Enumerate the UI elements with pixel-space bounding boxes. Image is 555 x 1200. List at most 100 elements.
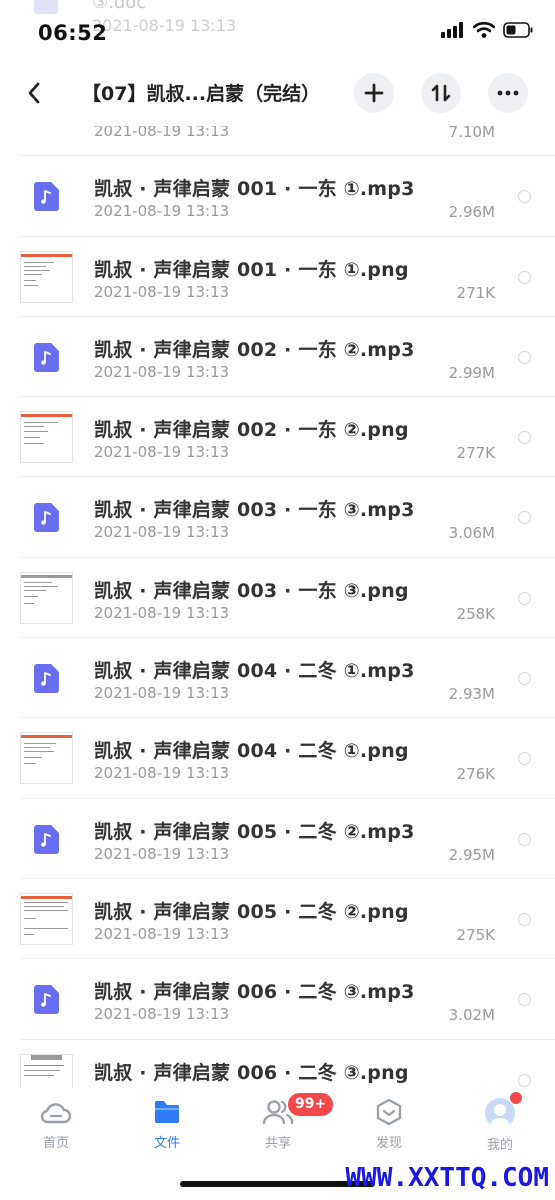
file-list: 2021-08-19 13:13 7.10M 凯叔 · 声律启蒙 001 · 一…	[0, 76, 555, 1120]
header: 【07】凯叔...启蒙（完结）	[0, 60, 555, 126]
chevron-left-icon	[28, 82, 40, 104]
status-icons	[441, 22, 533, 38]
scrolled-file-name: ③.doc	[92, 0, 147, 13]
image-thumbnail	[20, 411, 73, 464]
more-icon	[497, 90, 519, 96]
more-button[interactable]	[488, 73, 528, 113]
audio-file-icon	[34, 824, 59, 854]
audio-file-icon	[34, 503, 59, 533]
file-name: 凯叔 · 声律启蒙 006 · 二冬 ③.png	[94, 1061, 409, 1084]
folder-title: 【07】凯叔...启蒙（完结）	[82, 83, 321, 105]
file-size: 2.96M	[448, 203, 495, 222]
file-size: 2.93M	[448, 685, 495, 704]
discover-icon	[376, 1098, 402, 1126]
audio-file-icon	[34, 664, 59, 694]
file-name: 凯叔 · 声律启蒙 004 · 二冬 ①.mp3	[94, 660, 415, 683]
cloud-home-icon	[40, 1103, 72, 1124]
file-row[interactable]: 凯叔 · 声律启蒙 003 · 一东 ③.png 2021-08-19 13:1…	[0, 558, 555, 639]
select-checkbox[interactable]	[518, 190, 531, 204]
file-date: 2021-08-19 13:13	[94, 684, 230, 703]
folder-icon	[155, 1101, 179, 1123]
cellular-signal-icon	[441, 22, 463, 38]
wifi-icon	[473, 22, 495, 38]
tab-mine[interactable]: 我的	[465, 1098, 535, 1158]
image-thumbnail	[20, 250, 73, 303]
doc-file-icon	[34, 0, 58, 14]
file-name: 凯叔 · 声律启蒙 003 · 一东 ③.png	[94, 579, 409, 602]
sort-icon	[431, 84, 451, 102]
file-row[interactable]: 凯叔 · 声律启蒙 003 · 一东 ③.mp3 2021-08-19 13:1…	[0, 477, 555, 558]
select-checkbox[interactable]	[518, 511, 531, 525]
add-button[interactable]	[354, 73, 394, 113]
user-avatar-icon	[489, 1104, 511, 1128]
file-date: 2021-08-19 13:13	[94, 764, 230, 783]
status-time: 06:52	[38, 21, 108, 45]
file-date: 2021-08-19 13:13	[94, 844, 230, 863]
avatar	[485, 1098, 515, 1128]
audio-file-icon	[34, 182, 59, 212]
tab-home[interactable]: 首页	[21, 1098, 91, 1158]
file-name: 凯叔 · 声律启蒙 001 · 一东 ①.mp3	[94, 178, 415, 201]
select-checkbox[interactable]	[518, 270, 531, 284]
tab-home-label: 首页	[42, 1136, 69, 1151]
tab-files[interactable]: 文件	[132, 1098, 202, 1158]
file-size: 277K	[456, 444, 495, 463]
file-date: 2021-08-19 13:13	[94, 282, 230, 301]
file-date: 2021-08-19 13:13	[94, 924, 230, 943]
file-name: 凯叔 · 声律启蒙 002 · 一东 ②.png	[94, 419, 409, 442]
file-name: 凯叔 · 声律启蒙 006 · 二冬 ③.mp3	[94, 981, 415, 1004]
select-checkbox[interactable]	[518, 993, 531, 1007]
back-button[interactable]	[18, 77, 50, 109]
file-size: 3.02M	[448, 1006, 495, 1025]
file-date: 2021-08-19 13:13	[94, 362, 230, 381]
audio-file-icon	[34, 342, 59, 372]
select-checkbox[interactable]	[518, 912, 531, 926]
scrolled-file-date: 2021-08-19 13:13	[92, 16, 237, 35]
image-thumbnail	[20, 571, 73, 624]
status-bar: ③.doc 2021-08-19 13:13 06:52	[0, 0, 555, 60]
audio-file-icon	[34, 985, 59, 1015]
file-row[interactable]: 凯叔 · 声律启蒙 004 · 二冬 ①.mp3 2021-08-19 13:1…	[0, 638, 555, 719]
file-row[interactable]: 凯叔 · 声律启蒙 005 · 二冬 ②.png 2021-08-19 13:1…	[0, 879, 555, 960]
tab-share-label: 共享	[264, 1136, 291, 1151]
battery-icon	[503, 22, 533, 38]
tab-discover[interactable]: 发现	[354, 1098, 424, 1158]
file-date: 2021-08-19 13:13	[94, 523, 230, 542]
file-row[interactable]: 凯叔 · 声律启蒙 001 · 一东 ①.png 2021-08-19 13:1…	[0, 237, 555, 317]
file-row[interactable]: 凯叔 · 声律启蒙 002 · 一东 ②.png 2021-08-19 13:1…	[0, 397, 555, 478]
image-thumbnail	[20, 732, 73, 785]
tab-mine-label: 我的	[486, 1138, 513, 1153]
file-date: 2021-08-19 13:13	[94, 443, 230, 462]
file-size: 275K	[456, 925, 495, 944]
image-thumbnail	[20, 892, 73, 945]
file-name: 凯叔 · 声律启蒙 003 · 一东 ③.mp3	[94, 499, 415, 522]
select-checkbox[interactable]	[518, 431, 531, 445]
tab-discover-label: 发现	[375, 1136, 402, 1151]
select-checkbox[interactable]	[518, 591, 531, 605]
notification-dot	[510, 1092, 522, 1104]
select-checkbox[interactable]	[518, 832, 531, 846]
file-name: 凯叔 · 声律启蒙 001 · 一东 ①.png	[94, 258, 409, 281]
file-row[interactable]: 凯叔 · 声律启蒙 001 · 一东 ①.mp3 2021-08-19 13:1…	[0, 156, 555, 237]
file-name: 凯叔 · 声律启蒙 005 · 二冬 ②.mp3	[94, 820, 415, 843]
sort-button[interactable]	[421, 73, 461, 113]
file-size: 276K	[456, 765, 495, 784]
select-checkbox[interactable]	[518, 672, 531, 686]
file-name: 凯叔 · 声律启蒙 005 · 二冬 ②.png	[94, 900, 409, 923]
select-checkbox[interactable]	[518, 1073, 531, 1087]
file-row[interactable]: 凯叔 · 声律启蒙 005 · 二冬 ②.mp3 2021-08-19 13:1…	[0, 799, 555, 879]
file-name: 凯叔 · 声律启蒙 004 · 二冬 ①.png	[94, 740, 409, 763]
share-badge: 99+	[288, 1093, 334, 1116]
tab-files-label: 文件	[153, 1136, 180, 1151]
file-name: 凯叔 · 声律启蒙 002 · 一东 ②.mp3	[94, 338, 415, 361]
file-size: 271K	[456, 283, 495, 302]
file-row[interactable]: 凯叔 · 声律启蒙 002 · 一东 ②.mp3 2021-08-19 13:1…	[0, 317, 555, 398]
file-size: 2.95M	[448, 845, 495, 864]
select-checkbox[interactable]	[518, 752, 531, 766]
file-size: 3.06M	[448, 524, 495, 543]
file-row[interactable]: 凯叔 · 声律启蒙 004 · 二冬 ①.png 2021-08-19 13:1…	[0, 718, 555, 799]
select-checkbox[interactable]	[518, 350, 531, 364]
file-row[interactable]: 凯叔 · 声律启蒙 006 · 二冬 ③.mp3 2021-08-19 13:1…	[0, 959, 555, 1040]
file-size: 258K	[456, 604, 495, 623]
file-size: 2.99M	[448, 363, 495, 382]
